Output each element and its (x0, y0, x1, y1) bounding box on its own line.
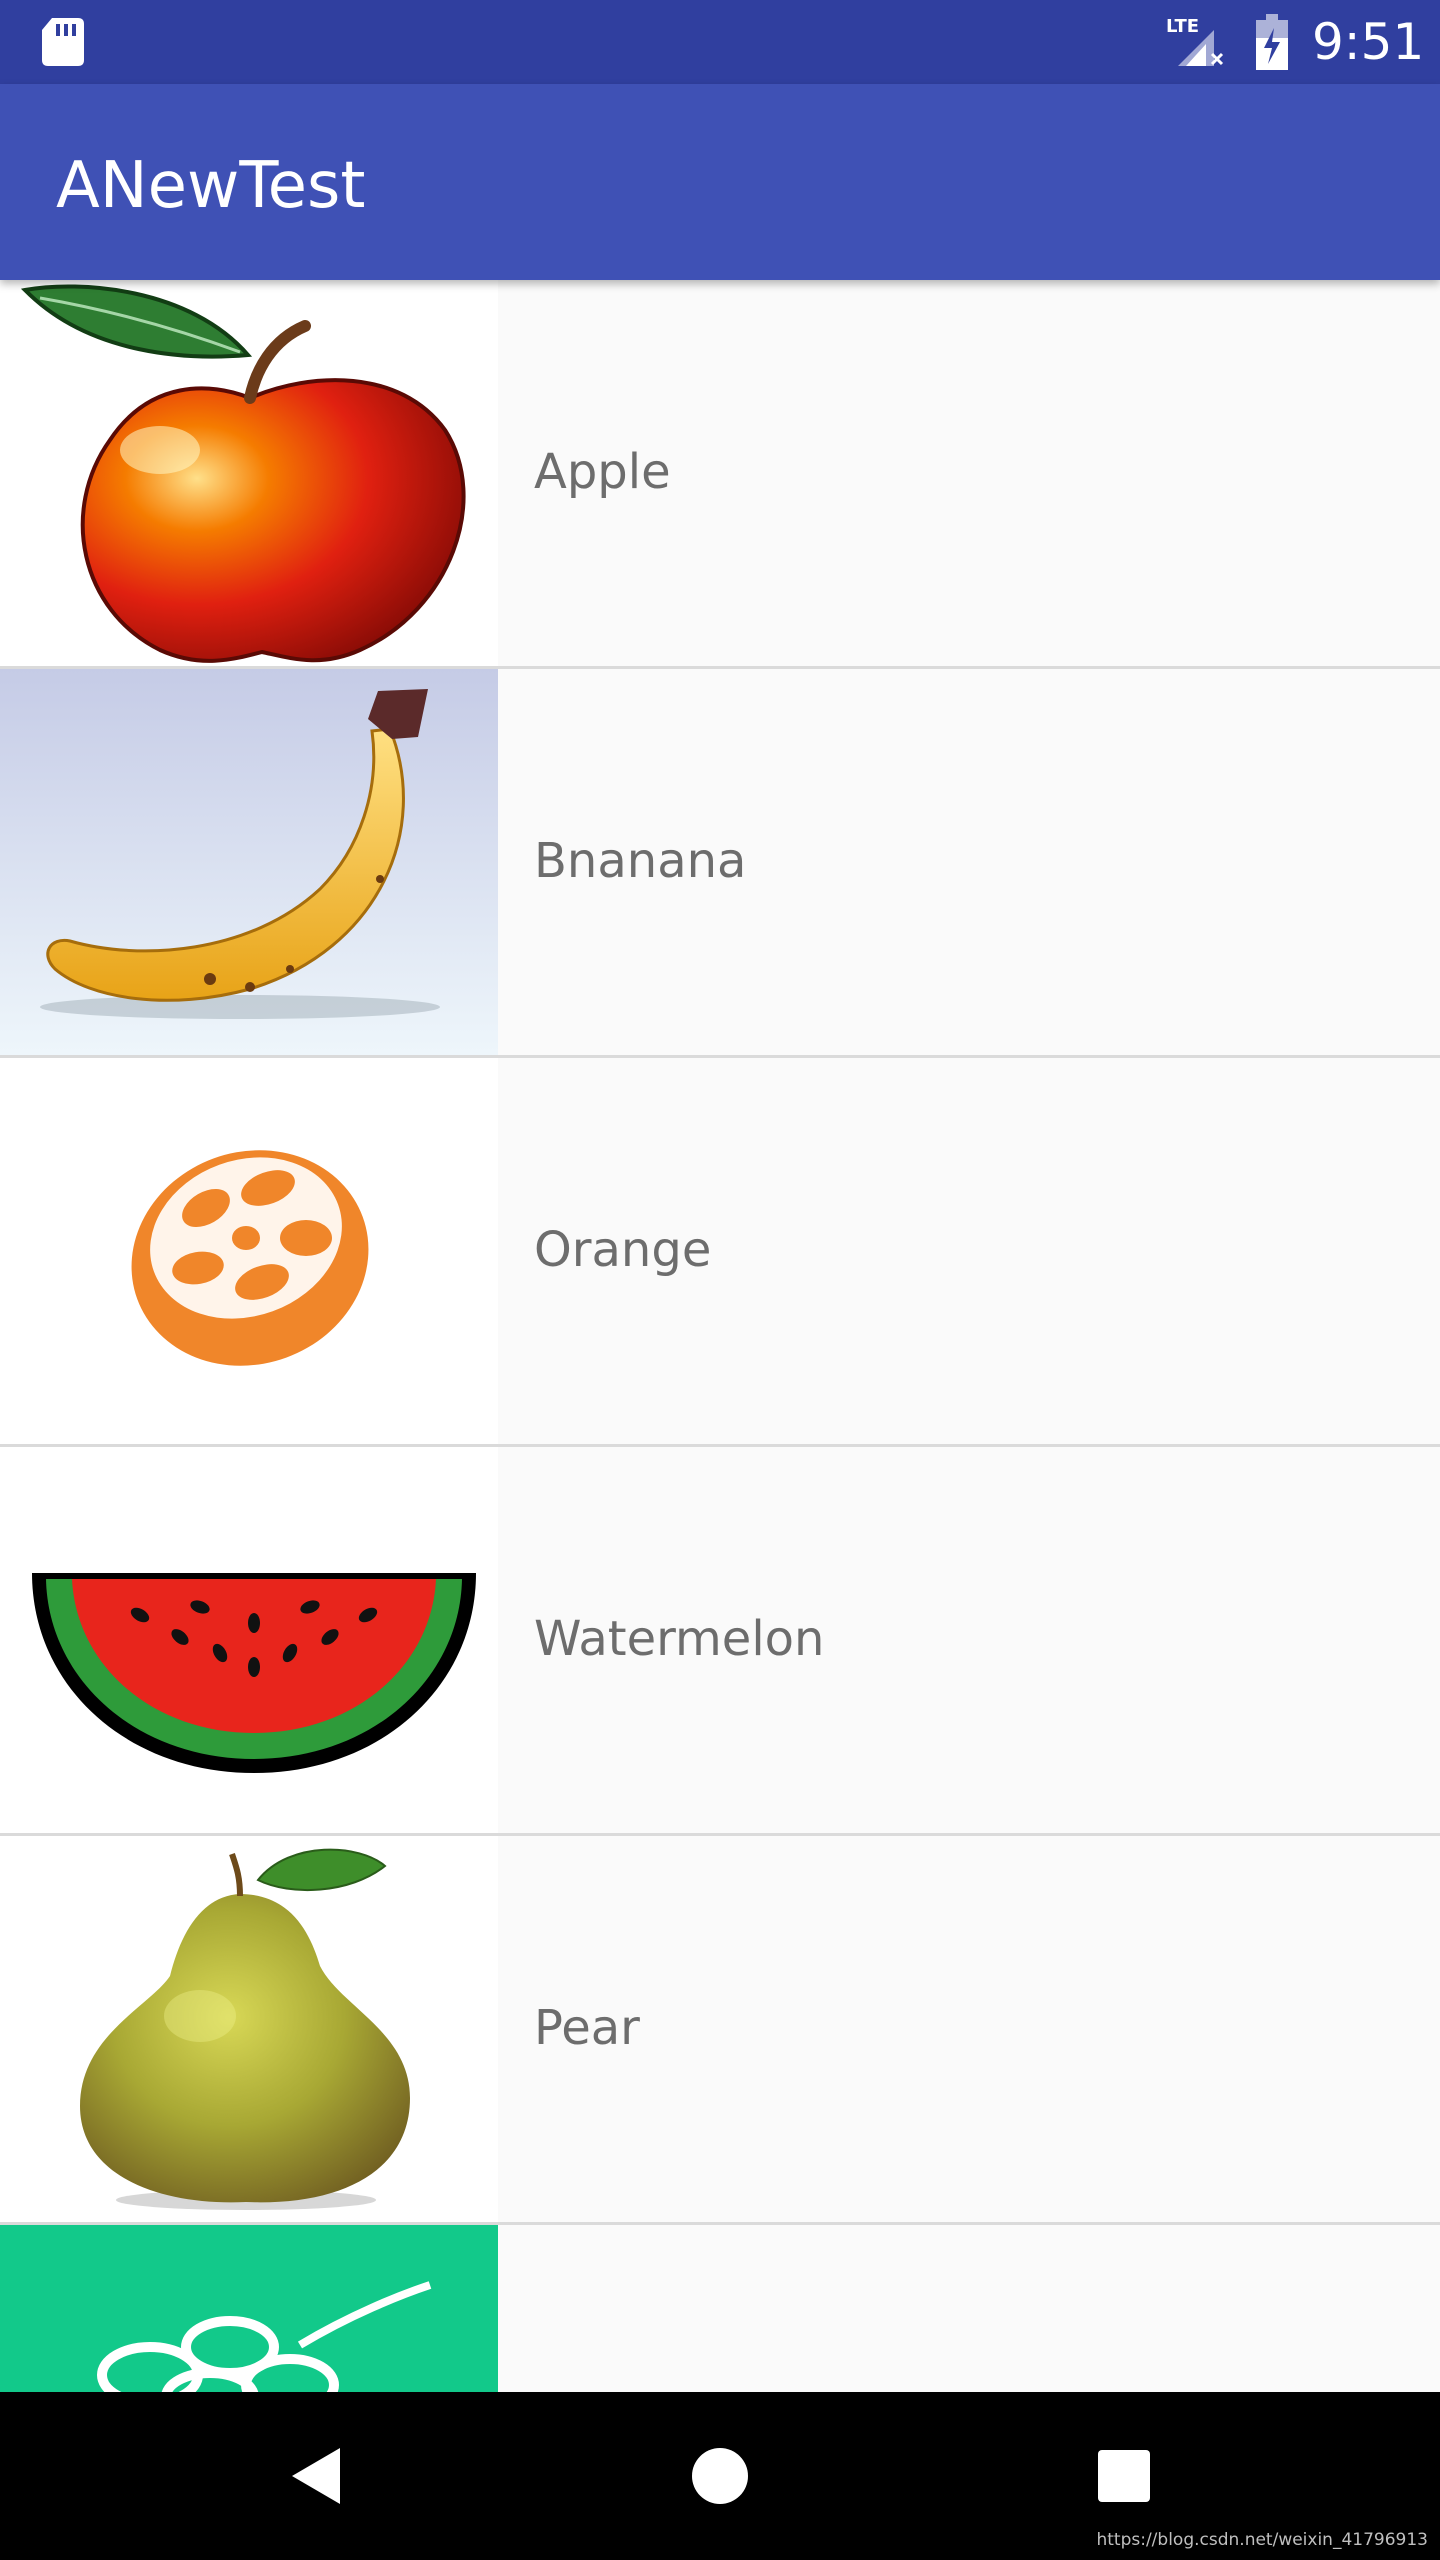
list-item[interactable]: Bnanana (0, 669, 1440, 1058)
app-title: ANewTest (56, 149, 366, 223)
list-item[interactable]: Apple (0, 280, 1440, 669)
pear-image (0, 1836, 498, 2222)
navigation-bar: https://blog.csdn.net/weixin_41796913 (0, 2392, 1440, 2560)
list-item[interactable] (0, 2225, 1440, 2392)
list-item[interactable]: Pear (0, 1836, 1440, 2225)
banana-image (0, 669, 498, 1055)
lte-label: LTE (1166, 16, 1199, 37)
fruit-name: Bnanana (534, 833, 747, 889)
sd-card-icon (42, 18, 84, 66)
grape-image (0, 2225, 498, 2392)
apple-image (0, 280, 498, 666)
clock: 9:51 (1312, 13, 1425, 71)
fruit-name: Apple (534, 444, 671, 500)
list-item[interactable]: Orange (0, 1058, 1440, 1447)
app-bar: ANewTest (0, 84, 1440, 280)
status-bar: LTE 9:51 (0, 0, 1440, 84)
fruit-name: Watermelon (534, 1611, 825, 1667)
lte-signal-icon: LTE (1166, 16, 1224, 66)
fruit-name: Orange (534, 1222, 712, 1278)
watermark: https://blog.csdn.net/weixin_41796913 (1096, 2530, 1428, 2550)
fruit-list[interactable]: Apple Bnanana Orange Watermelon Pear (0, 280, 1440, 2392)
orange-image (0, 1058, 498, 1444)
home-icon[interactable] (676, 2432, 764, 2520)
recents-icon[interactable] (1080, 2432, 1168, 2520)
battery-charging-icon (1256, 14, 1288, 70)
fruit-name: Pear (534, 2000, 640, 2056)
back-icon[interactable] (272, 2432, 360, 2520)
watermelon-image (0, 1447, 498, 1833)
list-item[interactable]: Watermelon (0, 1447, 1440, 1836)
